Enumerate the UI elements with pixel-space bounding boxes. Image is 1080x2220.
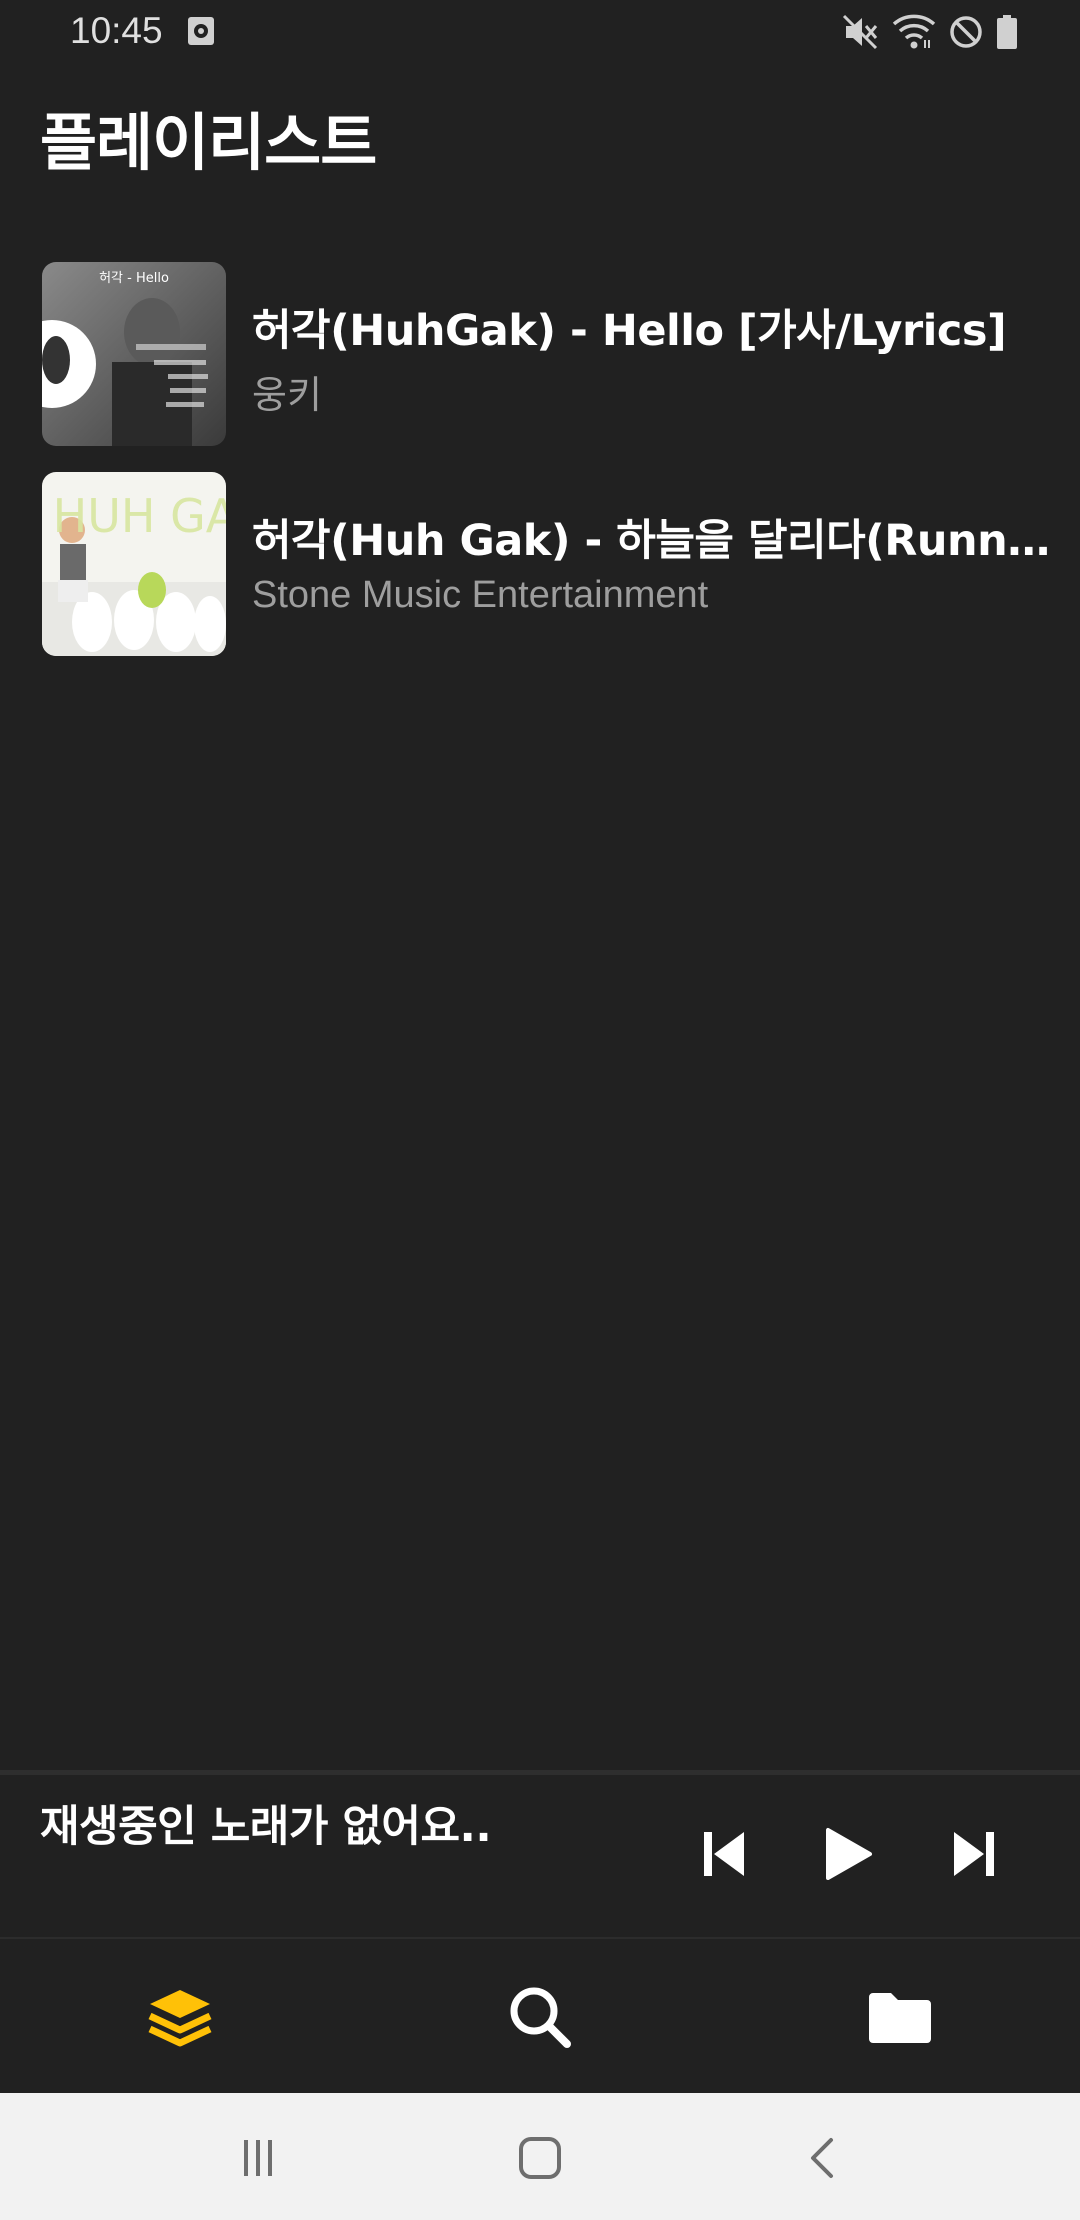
nav-playlist-button[interactable]: [130, 1979, 230, 2059]
track-title: 허각(Huh Gak) - 하늘을 달리다(Running In The Sky…: [252, 516, 1062, 566]
folder-icon: [867, 1989, 933, 2049]
system-navigation-bar: [0, 2093, 1080, 2220]
playlist-item[interactable]: HUH GAK 허각(Huh Gak) - 하늘을 달리다(Running In…: [42, 472, 1062, 656]
recents-icon: [238, 2138, 278, 2182]
track-thumbnail: HUH GAK: [42, 472, 226, 656]
previous-icon: [700, 1828, 748, 1884]
home-button[interactable]: [510, 2135, 570, 2185]
thumb-caption: 허각 - Hello: [99, 271, 169, 286]
mute-icon: [842, 14, 880, 50]
recents-button[interactable]: [228, 2135, 288, 2185]
media-icon: [186, 14, 216, 48]
nav-search-button[interactable]: [490, 1979, 590, 2059]
blocked-icon: [948, 14, 984, 50]
next-button[interactable]: [938, 1820, 1010, 1892]
wifi-icon: [892, 14, 936, 50]
back-icon: [807, 2136, 837, 2184]
track-channel: 웅키: [252, 375, 322, 417]
playlist-item[interactable]: 허각 - Hello 허각(HuhGak) - Hello [가사/Lyrics…: [42, 262, 1042, 446]
play-button[interactable]: [812, 1820, 884, 1892]
now-playing-text: 재생중인 노래가 없어요..: [40, 1802, 492, 1852]
now-playing-divider: [0, 1770, 1080, 1775]
play-icon: [822, 1826, 874, 1886]
previous-button[interactable]: [688, 1820, 760, 1892]
nav-folder-button[interactable]: [850, 1979, 950, 2059]
next-icon: [950, 1828, 998, 1884]
home-icon: [517, 2135, 563, 2185]
bottom-navigation: [0, 1939, 1080, 2093]
playlist-layers-icon: [146, 1986, 214, 2052]
status-icons: [842, 12, 1018, 52]
thumb-caption: HUH GAK: [53, 489, 226, 543]
track-title: 허각(HuhGak) - Hello [가사/Lyrics]: [252, 306, 1007, 356]
status-time: 10:45: [70, 10, 163, 51]
search-icon: [507, 1984, 573, 2054]
battery-icon: [996, 14, 1018, 50]
track-thumbnail: 허각 - Hello: [42, 262, 226, 446]
back-button[interactable]: [792, 2135, 852, 2185]
page-title: 플레이리스트: [40, 106, 377, 179]
track-channel: Stone Music Entertainment: [252, 574, 709, 616]
